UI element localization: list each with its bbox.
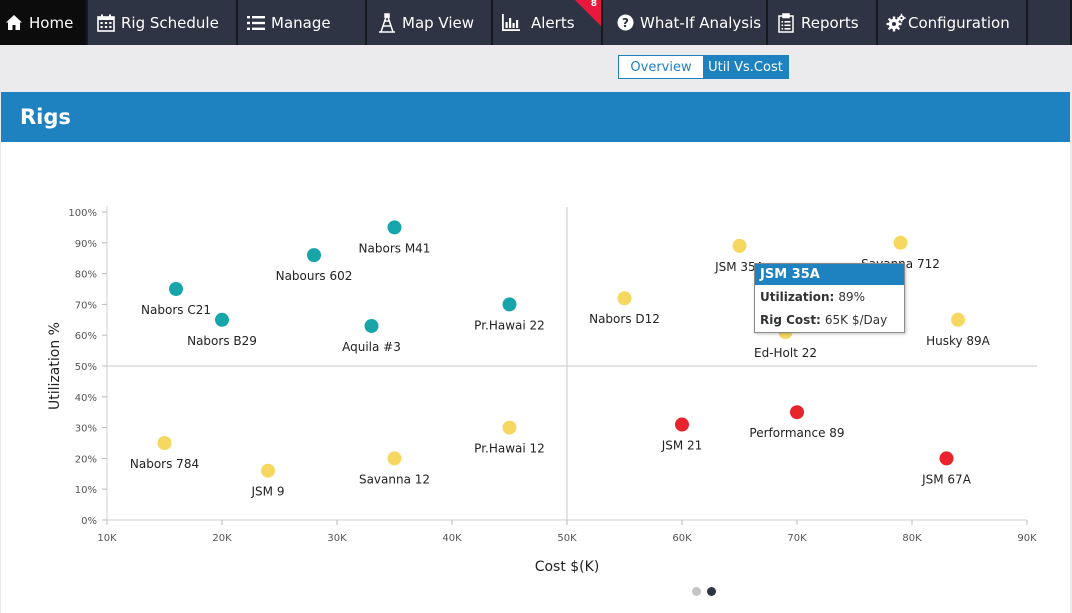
y-tick-label: 30% <box>75 424 97 435</box>
x-tick-label: 80K <box>902 533 922 544</box>
rig-point-label: Husky 89A <box>926 334 991 348</box>
util-vs-cost-scatter-chart: 0% 10% 20% 30% 40% 50% 60% 70% 80% 90% 100% 10K 20K 3… <box>47 206 1037 575</box>
y-tick-label: 10% <box>75 485 97 496</box>
rig-point <box>307 248 321 263</box>
y-tick-label: 90% <box>75 239 97 250</box>
rig-point-label: Nabors D12 <box>589 312 660 326</box>
rig-point <box>502 297 517 312</box>
x-tick-label: 40K <box>442 533 462 544</box>
rig-point <box>387 220 402 235</box>
tooltip-cost-value: 65K $/Day <box>824 312 888 327</box>
rig-point-label: Savanna 12 <box>359 472 430 486</box>
point-tooltip: JSM 35A Utilization: 89% Rig Cost: 65K $… <box>754 263 905 333</box>
tooltip-utilization-row: Utilization: 89% <box>755 285 904 308</box>
x-tick-label: 50K <box>557 533 577 544</box>
rig-point <box>215 312 229 327</box>
tooltip-utilization-value: 89% <box>838 289 866 304</box>
carousel-dot[interactable] <box>707 587 716 596</box>
y-tick-label: 70% <box>75 300 97 311</box>
rig-point <box>939 451 954 466</box>
rig-point <box>790 405 804 420</box>
rig-point <box>169 282 183 296</box>
carousel-dots <box>692 587 716 596</box>
rig-point-label: Ed-Holt 22 <box>754 346 817 360</box>
x-axis-title: Cost $(K) <box>535 559 600 575</box>
rig-point-label: Nabors C21 <box>141 303 211 317</box>
x-tick-label: 20K <box>212 533 232 544</box>
tooltip-cost-row: Rig Cost: 65K $/Day <box>755 308 904 331</box>
rig-point <box>893 235 908 250</box>
y-tick-label: 100% <box>68 208 97 219</box>
rig-point-label: Pr.Hawai 12 <box>474 442 545 456</box>
y-tick-label: 40% <box>75 393 97 404</box>
rig-point-label: Nabours 602 <box>276 269 353 283</box>
y-axis-title: Utilization % <box>47 322 63 410</box>
x-tick-label: 90K <box>1017 533 1037 544</box>
y-tick-label: 20% <box>75 454 97 465</box>
x-tick-label: 10K <box>97 533 117 544</box>
x-tick-label: 70K <box>787 533 807 544</box>
y-tick-label: 50% <box>75 362 97 373</box>
rig-point-label: JSM 67A <box>921 472 972 486</box>
rig-point-label: Nabors B29 <box>187 334 257 348</box>
rig-point <box>387 451 402 466</box>
x-tick-label: 60K <box>672 533 692 544</box>
tooltip-cost-label: Rig Cost: <box>760 312 821 327</box>
rig-point-label: Performance 89 <box>749 426 844 440</box>
rig-point-label: Nabors M41 <box>359 241 431 255</box>
rig-point-label: JSM 21 <box>661 439 703 453</box>
rig-point-label: Aquila #3 <box>342 340 401 354</box>
y-tick-label: 0% <box>81 516 97 527</box>
rig-point <box>261 463 275 478</box>
rig-point <box>502 420 517 435</box>
carousel-dot[interactable] <box>692 587 701 596</box>
x-tick-label: 30K <box>327 533 347 544</box>
tooltip-utilization-label: Utilization: <box>760 289 835 304</box>
rig-point <box>617 291 632 306</box>
rig-point-label: Nabors 784 <box>130 457 199 471</box>
rig-point <box>157 436 172 450</box>
rig-point <box>732 238 747 253</box>
rig-point <box>675 417 689 432</box>
y-tick-label: 80% <box>75 270 97 281</box>
rig-point <box>364 318 379 333</box>
rig-point-label: Pr.Hawai 22 <box>474 318 545 332</box>
y-tick-label: 60% <box>75 331 97 342</box>
rig-point-label: JSM 9 <box>251 485 285 499</box>
rig-point <box>951 312 965 327</box>
tooltip-title: JSM 35A <box>755 264 904 285</box>
